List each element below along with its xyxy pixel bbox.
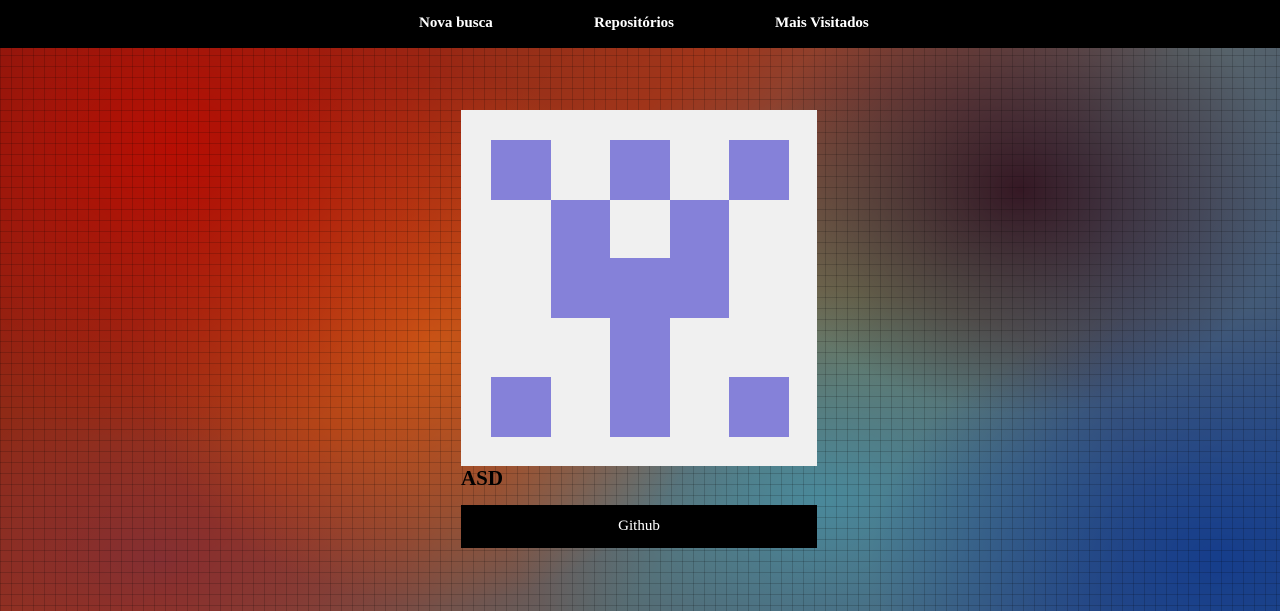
avatar [461, 110, 817, 466]
nav-link-repositorios[interactable]: Repositórios [594, 15, 674, 32]
profile-card: ASD Github [461, 110, 817, 548]
nav-link-nova-busca[interactable]: Nova busca [419, 15, 493, 32]
profile-name: ASD [461, 466, 504, 490]
identicon-icon [461, 110, 817, 466]
top-navbar: Nova busca Repositórios Mais Visitados [0, 0, 1280, 48]
nav-link-mais-visitados[interactable]: Mais Visitados [775, 15, 869, 32]
github-button[interactable]: Github [461, 505, 817, 548]
